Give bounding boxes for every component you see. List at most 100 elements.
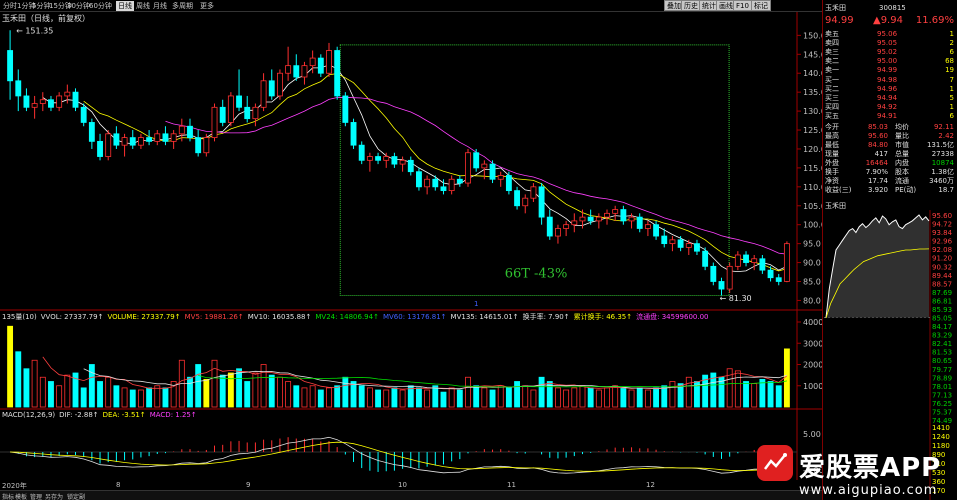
candle-body [710, 265, 717, 282]
stat-label-2: 内盘 [895, 159, 909, 167]
candle-body [497, 175, 504, 180]
stat-row: 现量 417 总量 27338 [825, 150, 956, 159]
stat-value-2: 18.7 [938, 186, 954, 194]
ask-volume: 19 [945, 66, 954, 74]
candle-body [604, 212, 610, 218]
candle-body [456, 178, 463, 184]
stat-label: 换手 [825, 168, 839, 176]
volume-bar [530, 389, 537, 408]
period-tab-8[interactable]: 月线 [153, 1, 167, 11]
candle-body [23, 95, 30, 108]
ask-volume: 1 [949, 30, 954, 38]
candle-body [767, 269, 774, 279]
candle-body [481, 163, 488, 169]
ask-price: 95.02 [877, 48, 898, 56]
stat-label: 净资 [825, 177, 839, 185]
volume-bar [440, 391, 447, 408]
candle-body [366, 156, 373, 161]
mini-tick-label: 84.17 [932, 323, 952, 331]
volume-bar [244, 381, 251, 408]
volume-indicator-legend[interactable]: 135量(10) VVOL: 27337.79↑ VOLUME: 27337.79↑… [2, 312, 713, 322]
candle-body [743, 254, 749, 263]
bid-volume: 1 [949, 85, 954, 93]
macd-indicator-legend[interactable]: MACD(12,26,9) DIF: -2.88↑ DEA: -3.51↑ MACD:… [2, 411, 201, 419]
volume-bar [628, 389, 635, 408]
period-tab-6[interactable]: 日线 [116, 1, 134, 11]
toolbar-button-4[interactable]: F10 [733, 0, 752, 11]
mini-tick-label: 75.37 [932, 408, 952, 416]
mini-tick-label: 95.60 [932, 212, 952, 220]
candle-body [97, 140, 103, 157]
ask-price: 94.99 [877, 66, 898, 74]
ask-label: 卖五 [825, 30, 839, 38]
bottom-tab-2[interactable]: 管理 [30, 492, 42, 500]
ind-vol-item: MV10: 16035.88↑ [247, 313, 312, 321]
mini-tick-label: 78.01 [932, 383, 952, 391]
ask-price: 95.06 [877, 30, 898, 38]
stock-name: 玉禾田 [825, 4, 846, 12]
date-axis: 2020年 8 9 10 11 12 1 [0, 300, 822, 490]
volume-bar [514, 381, 521, 408]
stat-label-2: 总量 [895, 150, 909, 158]
candle-body [563, 224, 570, 229]
volume-bar [31, 359, 38, 408]
stat-label: 今开 [825, 123, 839, 131]
ind-vol-item: MV135: 14615.01↑ [450, 313, 519, 321]
stat-label: 最低 [825, 141, 839, 149]
candle-body [718, 281, 725, 290]
candle-body [7, 50, 14, 82]
volume-bar [64, 374, 71, 408]
toolbar-button-5[interactable]: 标记 [751, 0, 771, 11]
period-tab-0[interactable]: 分时 [3, 1, 17, 11]
candle-body [399, 159, 406, 165]
stat-value-2: 27338 [931, 150, 954, 158]
period-toolbar: 分时 1分钟 5分钟 15分钟 30分钟 60分钟 日线 周线 月线 多周期 更多 叠加 历史 统计 画线 F… [0, 0, 822, 12]
mini-vol-label: 1410 [932, 424, 950, 432]
mini-tick-label: 86.81 [932, 297, 952, 305]
quote-panel: 玉禾田 300815 94.99 ▲9.94 11.69% 卖五 95.06 1 卖四 95.05… [822, 0, 957, 500]
stat-value: 84.80 [867, 141, 888, 149]
candle-body [113, 133, 120, 146]
volume-bar [743, 381, 749, 408]
bottom-tab-4[interactable]: 锁定副 [67, 492, 85, 500]
stock-code: 300815 [879, 4, 906, 12]
candle-body [432, 178, 439, 188]
period-tab-9[interactable]: 多周期 [172, 1, 193, 11]
volume-bar [39, 376, 46, 408]
volume-bar [391, 387, 398, 408]
candle-body [72, 91, 79, 108]
stat-value-2: 1.38亿 [931, 168, 954, 176]
volume-bar [522, 385, 529, 408]
stat-value-2: 92.11 [933, 123, 954, 131]
period-tab-10[interactable]: 更多 [200, 1, 214, 11]
period-tab-2[interactable]: 5分钟 [32, 1, 50, 11]
bottom-tab-0[interactable]: 指标 [2, 492, 14, 500]
high-label: ← 151.35 [16, 26, 53, 35]
volume-bar [604, 387, 610, 408]
period-tab-7[interactable]: 周线 [136, 1, 150, 11]
period-tab-4[interactable]: 30分钟 [67, 1, 90, 11]
volume-bar [23, 368, 30, 408]
mini-tick-label: 92.96 [932, 238, 953, 246]
candle-body [276, 72, 283, 97]
candle-body [571, 220, 578, 226]
mini-tick-label: 76.25 [932, 400, 952, 408]
stat-row: 今开 85.03 均价 92.11 [825, 123, 956, 132]
candle-body [309, 57, 316, 67]
year-marker: 1 [474, 300, 479, 308]
candle-body [473, 152, 480, 169]
volume-bar [505, 387, 512, 408]
candle-body [252, 106, 259, 120]
volume-bar [375, 389, 381, 408]
stat-value: 16464 [865, 159, 888, 167]
period-tab-5[interactable]: 60分钟 [89, 1, 112, 11]
toolbar-button-1[interactable]: 历史 [681, 0, 701, 11]
volume-bar [350, 381, 357, 408]
volume-bar [587, 387, 594, 408]
kline-chart[interactable]: 150.0 145.0 140.0 135.0 130.0 125.0 120.0 115.0… [0, 12, 822, 480]
stat-value-2: 131.5亿 [926, 141, 954, 149]
stat-label-2: 均价 [895, 123, 909, 131]
bottom-tab-1[interactable]: 模板 [15, 492, 27, 500]
candle-body [375, 156, 381, 161]
bottom-tab-3[interactable]: 另存为 [45, 492, 63, 500]
